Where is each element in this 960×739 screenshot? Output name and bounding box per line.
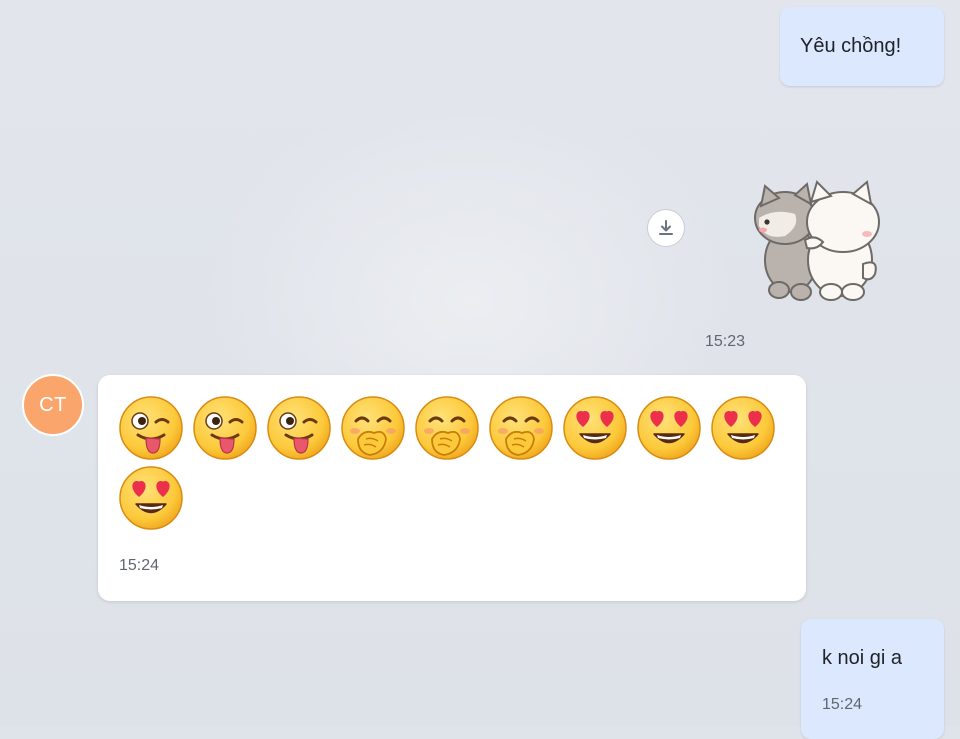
heart-eyes-emoji-icon: [637, 396, 701, 460]
emoji-list: [118, 395, 788, 531]
winking-tongue-emoji-icon: [119, 396, 183, 460]
hugging-cats-sticker: [754, 180, 880, 301]
outgoing-message-bubble[interactable]: Yêu chồng!: [780, 7, 944, 86]
download-button[interactable]: [647, 209, 685, 247]
heart-eyes-emoji-icon: [711, 396, 775, 460]
chat-background: [0, 0, 960, 726]
winking-tongue-emoji-icon: [193, 396, 257, 460]
hand-over-mouth-emoji-icon: [341, 396, 405, 460]
outgoing-message-bubble[interactable]: k noi gi a 15:24: [801, 619, 944, 739]
message-text: Yêu chồng!: [800, 35, 902, 57]
incoming-message-bubble[interactable]: 15:24: [98, 375, 806, 601]
message-text: k noi gi a: [822, 647, 903, 669]
hand-over-mouth-emoji-icon: [415, 396, 479, 460]
message-timestamp: 15:24: [822, 696, 863, 713]
avatar-initials: CT: [39, 393, 67, 416]
message-timestamp: 15:24: [119, 557, 160, 574]
sticker-message[interactable]: [745, 178, 885, 308]
download-icon: [659, 220, 673, 235]
winking-tongue-emoji-icon: [267, 396, 331, 460]
message-timestamp: 15:23: [705, 333, 746, 350]
avatar[interactable]: CT: [22, 374, 84, 436]
hand-over-mouth-emoji-icon: [489, 396, 553, 460]
heart-eyes-emoji-icon: [563, 396, 627, 460]
heart-eyes-emoji-icon: [119, 466, 183, 530]
